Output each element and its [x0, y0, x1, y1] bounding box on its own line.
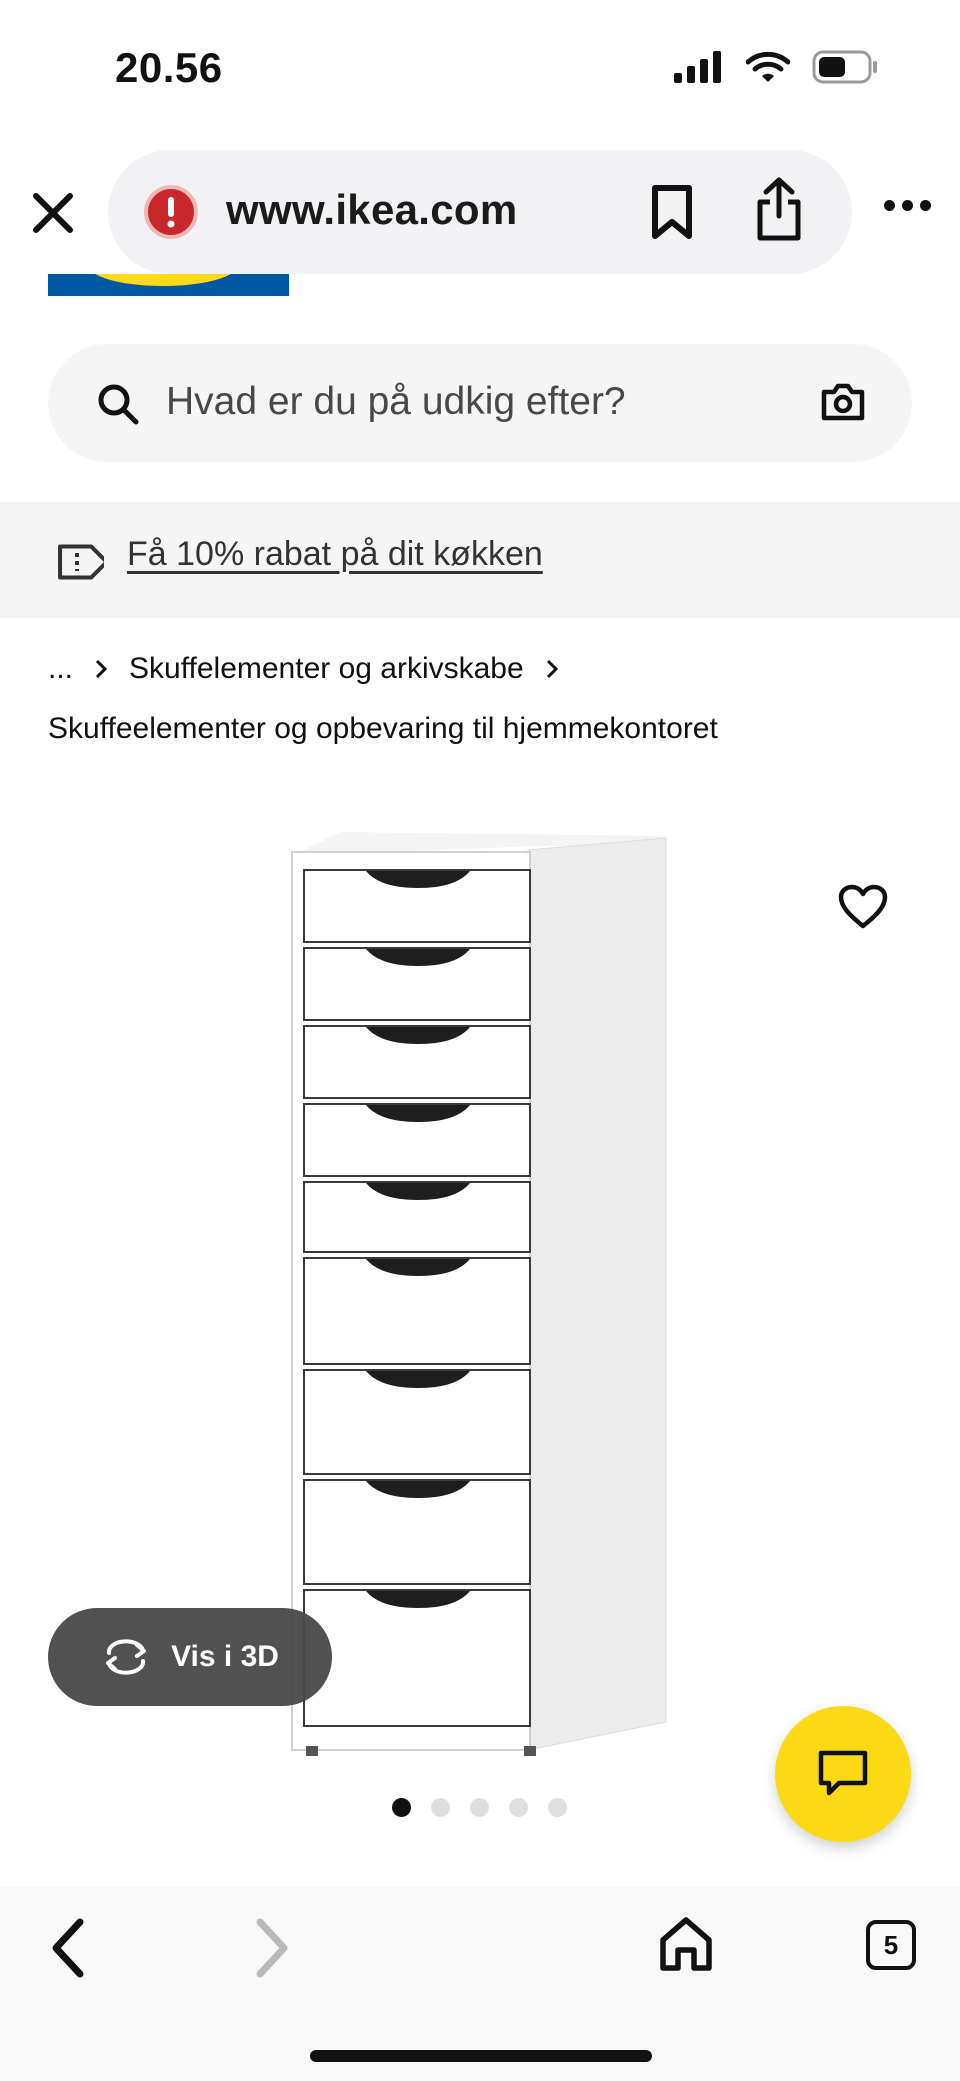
promo-banner[interactable]: Få 10% rabat på dit køkken	[0, 502, 960, 618]
bookmark-icon[interactable]	[650, 184, 694, 240]
tabs-button[interactable]: 5	[866, 1920, 916, 1970]
carousel-dot[interactable]	[392, 1798, 411, 1817]
view-3d-label: Vis i 3D	[171, 1640, 279, 1673]
view-3d-button[interactable]: Vis i 3D	[48, 1608, 332, 1706]
carousel-dot[interactable]	[431, 1798, 450, 1817]
breadcrumb: ... Skuffelementer og arkivskabe	[48, 652, 558, 686]
chevron-right-icon	[95, 659, 108, 679]
breadcrumb-current[interactable]: Skuffeelementer og opbevaring til hjemme…	[48, 712, 718, 746]
drawers	[303, 869, 531, 1727]
breadcrumb-ellipsis[interactable]: ...	[48, 652, 73, 686]
wifi-icon	[746, 51, 790, 82]
search-input[interactable]: Hvad er du på udkig efter?	[166, 380, 626, 424]
warning-icon[interactable]	[144, 185, 198, 239]
address-bar[interactable]: www.ikea.com	[108, 150, 852, 274]
signal-icon	[674, 51, 721, 83]
carousel-dots	[392, 1798, 567, 1817]
carousel-dot[interactable]	[509, 1798, 528, 1817]
battery-icon	[812, 50, 877, 84]
close-icon[interactable]	[28, 188, 78, 238]
more-icon[interactable]	[884, 200, 931, 211]
drawer-front	[303, 1589, 531, 1727]
rotate-3d-icon	[106, 1639, 147, 1675]
ikea-logo[interactable]	[48, 274, 289, 296]
carousel-dot[interactable]	[470, 1798, 489, 1817]
breadcrumb-category[interactable]: Skuffelementer og arkivskabe	[129, 652, 524, 686]
chevron-right-icon	[546, 659, 558, 679]
chat-icon	[818, 1750, 868, 1796]
status-time: 20.56	[115, 44, 223, 91]
carousel-dot[interactable]	[548, 1798, 567, 1817]
chat-button[interactable]	[775, 1706, 911, 1842]
search-bar[interactable]: Hvad er du på udkig efter?	[48, 344, 912, 462]
search-icon	[98, 384, 139, 425]
forward-icon[interactable]	[252, 1918, 292, 1978]
camera-icon[interactable]	[820, 382, 866, 422]
back-icon[interactable]	[48, 1918, 88, 1978]
status-icons	[674, 50, 878, 84]
share-icon[interactable]	[754, 176, 804, 242]
price-tag-icon	[58, 544, 104, 580]
url-text[interactable]: www.ikea.com	[226, 186, 518, 234]
promo-link[interactable]: Få 10% rabat på dit køkken	[127, 535, 543, 574]
home-icon[interactable]	[658, 1914, 714, 1974]
favorite-heart-icon[interactable]	[838, 884, 888, 930]
home-indicator[interactable]	[310, 2050, 652, 2062]
